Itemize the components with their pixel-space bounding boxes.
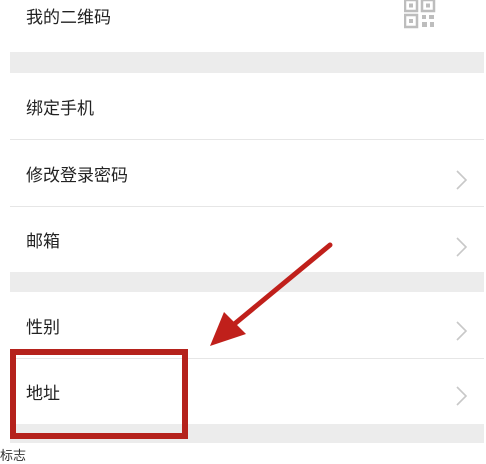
section-gap (10, 424, 484, 443)
chevron-right-icon (456, 170, 468, 190)
chevron-right-icon (456, 386, 468, 406)
section-gap (10, 272, 484, 292)
settings-item-label: 修改登录密码 (26, 166, 128, 186)
settings-item-label: 地址 (26, 384, 60, 404)
settings-row-bind-phone[interactable]: 绑定手机 (10, 73, 484, 139)
settings-row-address[interactable]: 地址 (10, 359, 484, 424)
qr-code-icon (404, 0, 436, 29)
settings-item-label: 性别 (26, 318, 60, 338)
settings-item-label: 我的二维码 (26, 8, 111, 28)
settings-item-label: 绑定手机 (26, 99, 94, 119)
footer-partial-text: 标志 (0, 449, 27, 464)
settings-row-email[interactable]: 邮箱 (10, 207, 484, 272)
chevron-right-icon (456, 321, 468, 341)
settings-row-gender[interactable]: 性别 (10, 292, 484, 358)
settings-item-label: 邮箱 (26, 232, 60, 252)
settings-row-change-password[interactable]: 修改登录密码 (10, 140, 484, 206)
settings-row-qr-code[interactable]: 我的二维码 (10, 0, 484, 52)
section-gap (10, 52, 484, 73)
chevron-right-icon (456, 237, 468, 257)
